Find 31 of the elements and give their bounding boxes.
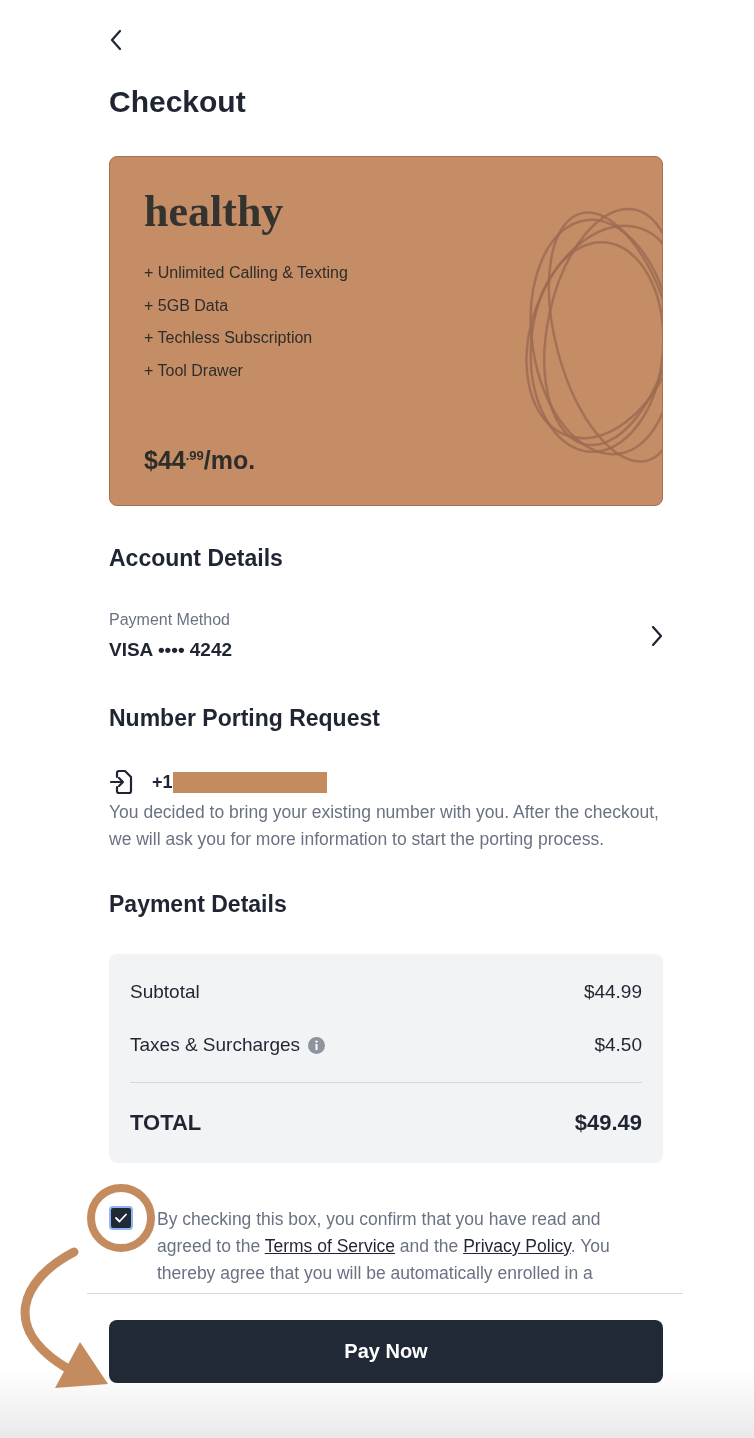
- consent-text: By checking this box, you confirm that you have read and agreed to the Terms of Service and the Privacy Policy. You thereby agree that you will be automatically enrolled in a: [157, 1208, 611, 1285]
- row-amount: $49.49: [574, 1109, 642, 1137]
- page-title: Checkout: [109, 84, 247, 120]
- plan-price: $44$^{.99}$/mo.: [144, 445, 257, 475]
- consent-checkbox[interactable]: [109, 1206, 133, 1230]
- plan-feature: + Unlimited Calling & Texting: [144, 263, 349, 283]
- policy-link[interactable]: Terms of Service: [264, 1236, 395, 1256]
- card-number[interactable]: VISA •••• 4242: [109, 638, 233, 662]
- row-label: TOTAL: [130, 1109, 202, 1137]
- plan-feature: + 5GB Data: [144, 295, 230, 316]
- plan-feature: + Techless Subscription: [144, 328, 314, 348]
- row-amount: $4.50: [594, 1033, 642, 1057]
- import-icon: [109, 769, 135, 795]
- check-icon: [114, 1212, 128, 1224]
- chevron-right-icon[interactable]: [651, 625, 663, 647]
- porting-description: You decided to bring your existing number with you. After the checkout, we will ask you for more information to start the porting process.: [109, 801, 660, 851]
- info-icon[interactable]: [308, 1036, 326, 1054]
- plan-name: healthy: [144, 187, 285, 237]
- row-label: Subtotal: [130, 980, 200, 1004]
- field-label: Payment Method: [109, 610, 231, 630]
- row-amount: $44.99: [583, 980, 642, 1004]
- pay-now-button[interactable]: Pay Now: [109, 1320, 663, 1383]
- phone-number: +1: [152, 771, 173, 793]
- back-icon[interactable]: [109, 29, 123, 51]
- section-heading: Payment Details: [109, 890, 288, 919]
- policy-link[interactable]: Privacy Policy: [463, 1236, 571, 1256]
- row-label: Taxes & Surcharges: [130, 1033, 301, 1057]
- section-heading: Number Porting Request: [109, 704, 381, 733]
- annotation-circle: [87, 1184, 155, 1252]
- plan-feature: + Tool Drawer: [144, 360, 244, 381]
- section-heading: Account Details: [109, 544, 284, 573]
